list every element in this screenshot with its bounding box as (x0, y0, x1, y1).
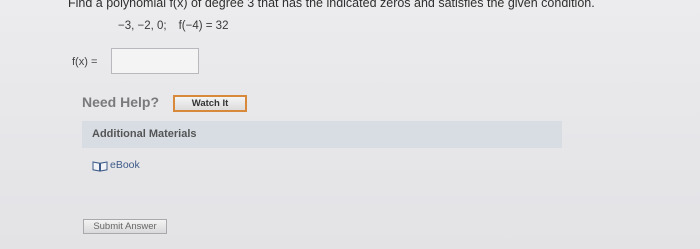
need-help-heading: Need Help? (82, 94, 160, 110)
submit-answer-button[interactable]: Submit Answer (83, 219, 167, 234)
question-text: Find a polynomial f(x) of degree 3 that … (68, 0, 595, 10)
ebook-label: eBook (110, 159, 140, 171)
given-conditions: −3, −2, 0; f(−4) = 32 (118, 20, 228, 32)
watch-it-button[interactable]: Watch It (173, 95, 247, 112)
answer-input[interactable] (111, 48, 199, 74)
question-page: Find a polynomial f(x) of degree 3 that … (0, 0, 700, 249)
book-icon (92, 159, 108, 172)
additional-materials-title: Additional Materials (92, 128, 197, 140)
additional-materials-bar: Additional Materials (82, 121, 562, 148)
condition-text: f(−4) = 32 (178, 20, 229, 32)
ebook-link[interactable]: eBook (92, 157, 140, 173)
zeros-text: −3, −2, 0; (118, 20, 167, 32)
answer-label: f(x) = (72, 56, 98, 68)
